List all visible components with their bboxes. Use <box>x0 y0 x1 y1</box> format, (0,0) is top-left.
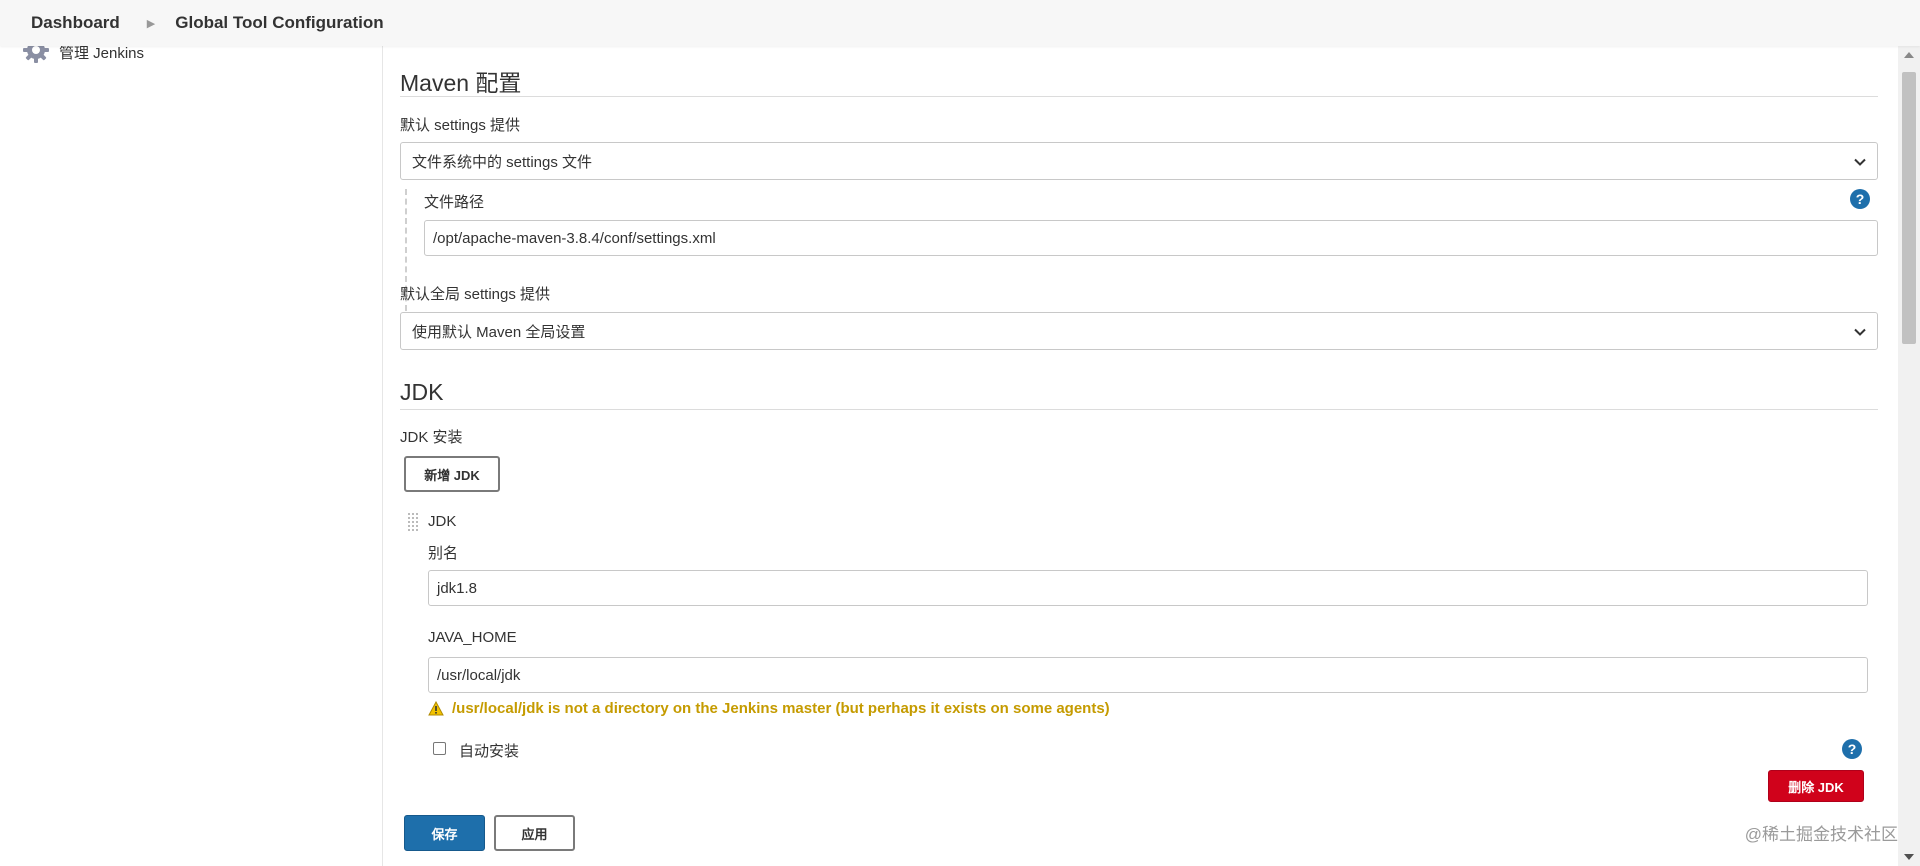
maven-settings-selected-value: 文件系统中的 settings 文件 <box>412 153 593 171</box>
section-divider <box>400 409 1878 410</box>
sidebar: 管理 Jenkins <box>0 37 382 866</box>
delete-jdk-button[interactable]: 删除 JDK <box>1768 770 1864 802</box>
warning-text: /usr/local/jdk is not a directory on the… <box>452 700 1110 717</box>
section-divider <box>400 96 1878 97</box>
maven-global-settings-select[interactable]: 使用默认 Maven 全局设置 <box>400 312 1878 350</box>
jdk-alias-label: 别名 <box>428 545 459 562</box>
scrollbar-thumb[interactable] <box>1902 72 1916 344</box>
maven-settings-select[interactable]: 文件系统中的 settings 文件 <box>400 142 1878 180</box>
vertical-scrollbar[interactable] <box>1898 46 1920 866</box>
java-home-input[interactable]: /usr/local/jdk <box>428 657 1868 693</box>
java-home-warning: /usr/local/jdk is not a directory on the… <box>428 700 1110 717</box>
auto-install-checkbox[interactable] <box>433 742 446 755</box>
help-icon[interactable]: ? <box>1842 739 1862 759</box>
warning-icon <box>428 701 444 716</box>
breadcrumb: Dashboard ▶ Global Tool Configuration <box>0 0 1920 46</box>
jdk-section-title: JDK <box>400 379 444 405</box>
maven-settings-label: 默认 settings 提供 <box>400 117 521 134</box>
maven-section-title: Maven 配置 <box>400 70 522 96</box>
breadcrumb-separator-icon: ▶ <box>146 17 156 30</box>
chevron-down-icon <box>1854 158 1866 166</box>
save-button[interactable]: 保存 <box>404 815 485 851</box>
java-home-label: JAVA_HOME <box>428 629 517 646</box>
drag-handle-icon[interactable] <box>407 512 419 532</box>
content-divider <box>382 46 383 866</box>
watermark: @稀土掘金技术社区 <box>1744 825 1898 844</box>
jdk-install-label: JDK 安装 <box>400 429 463 446</box>
scroll-down-icon[interactable] <box>1904 854 1914 860</box>
file-path-input[interactable]: /opt/apache-maven-3.8.4/conf/settings.xm… <box>424 220 1878 256</box>
help-icon[interactable]: ? <box>1850 189 1870 209</box>
jdk-alias-input[interactable]: jdk1.8 <box>428 570 1868 606</box>
chevron-down-icon <box>1854 328 1866 336</box>
add-jdk-button[interactable]: 新增 JDK <box>404 456 500 492</box>
main-content: Maven 配置 默认 settings 提供 文件系统中的 settings … <box>400 46 1878 866</box>
jdk-item-header: JDK <box>428 513 457 530</box>
breadcrumb-global-tool-configuration[interactable]: Global Tool Configuration <box>175 13 383 33</box>
sidebar-item-manage-jenkins[interactable]: 管理 Jenkins <box>22 37 144 63</box>
scroll-up-icon[interactable] <box>1904 52 1914 58</box>
auto-install-label: 自动安装 <box>459 743 520 760</box>
breadcrumb-dashboard-link[interactable]: Dashboard <box>31 13 120 33</box>
file-path-label: 文件路径 <box>424 194 485 211</box>
apply-button[interactable]: 应用 <box>494 815 575 851</box>
maven-global-settings-selected-value: 使用默认 Maven 全局设置 <box>412 323 586 341</box>
maven-global-settings-label: 默认全局 settings 提供 <box>400 286 551 303</box>
